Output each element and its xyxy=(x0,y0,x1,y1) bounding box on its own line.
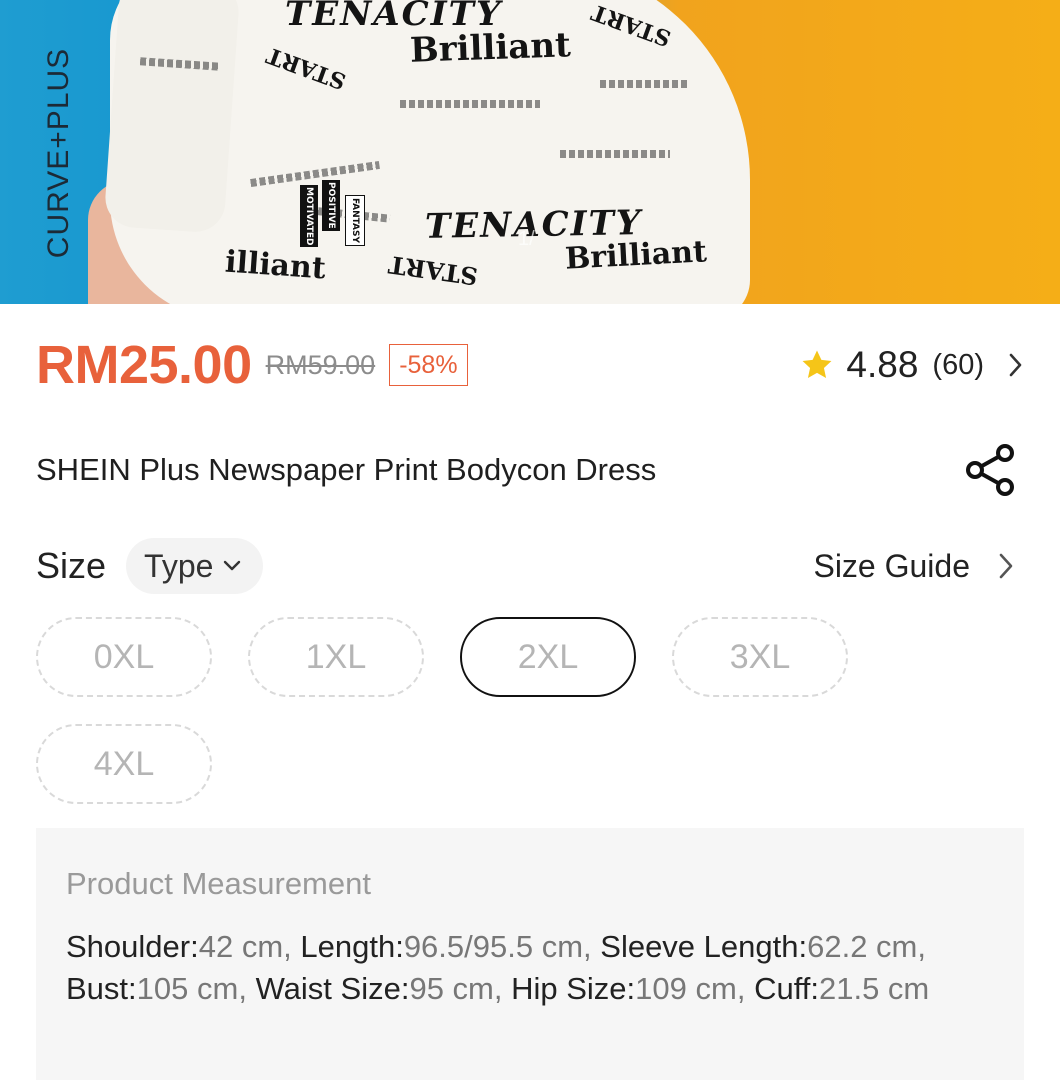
measure-value: 21.5 cm xyxy=(818,971,930,1006)
measure-value: 109 cm xyxy=(635,971,737,1006)
brand-label-text: CURVE+PLUS xyxy=(42,47,75,259)
product-image-carousel[interactable]: Brilliant Brilliant illiant TENACITY TEN… xyxy=(0,0,1060,304)
price-row: RM25.00 RM59.00 -58% 4.88 (60) xyxy=(36,334,1024,396)
review-count: (60) xyxy=(932,348,984,381)
size-guide-link[interactable]: Size Guide xyxy=(813,548,1024,585)
chevron-right-icon xyxy=(999,553,1013,579)
print-box: POSITIVE xyxy=(322,180,340,231)
product-measurement-panel: Product Measurement Shoulder:42 cm, Leng… xyxy=(36,828,1024,1080)
measure-value: 105 cm xyxy=(136,971,239,1006)
measure-key: Hip Size: xyxy=(511,971,636,1006)
print-text-line xyxy=(400,100,540,108)
original-price: RM59.00 xyxy=(265,349,376,380)
measurement-text: Shoulder:42 cm, Length:96.5/95.5 cm, Sle… xyxy=(66,929,930,1006)
measurement-title: Product Measurement xyxy=(66,866,371,901)
measure-key: Waist Size: xyxy=(255,971,410,1006)
current-price: RM25.00 xyxy=(36,335,252,395)
measure-key: Cuff: xyxy=(754,971,819,1006)
print-box: FANTASY xyxy=(345,195,365,247)
product-detail-page: Brilliant Brilliant illiant TENACITY TEN… xyxy=(0,0,1060,1080)
print-box: MOTIVATED xyxy=(300,185,318,248)
measure-value: 96.5/95.5 cm xyxy=(403,929,584,964)
size-label: Size xyxy=(36,545,107,586)
size-option-3xl[interactable]: 3XL xyxy=(672,617,848,697)
chevron-right-icon xyxy=(1009,353,1022,377)
measure-value: 42 cm xyxy=(198,929,284,964)
print-text-line xyxy=(600,80,690,88)
measure-key: Sleeve Length: xyxy=(600,929,808,964)
print-word: illiant xyxy=(223,244,327,287)
size-guide-label: Size Guide xyxy=(813,547,970,584)
type-selector-label: Type xyxy=(144,547,214,584)
image-pager: 1/ xyxy=(518,228,535,250)
measure-value: 62.2 cm xyxy=(807,929,918,964)
size-option-1xl[interactable]: 1XL xyxy=(248,617,424,697)
measure-key: Bust: xyxy=(66,971,137,1006)
size-header: Size Type Size Guide xyxy=(36,537,1024,595)
rating-summary[interactable]: 4.88 (60) xyxy=(800,344,1024,386)
size-option-4xl[interactable]: 4XL xyxy=(36,724,212,804)
chevron-down-icon xyxy=(224,560,241,571)
dress-sleeve xyxy=(103,0,241,234)
type-selector[interactable]: Type xyxy=(126,538,264,594)
print-word: TENACITY xyxy=(285,0,503,34)
measure-value: 95 cm xyxy=(409,971,494,1006)
size-option-2xl[interactable]: 2XL xyxy=(460,617,636,697)
measure-key: Shoulder: xyxy=(66,929,199,964)
discount-badge: -58% xyxy=(389,344,468,386)
print-text-line xyxy=(560,150,670,158)
product-title: SHEIN Plus Newspaper Print Bodycon Dress xyxy=(36,452,657,487)
brand-label: CURVE+PLUS xyxy=(38,28,80,278)
star-icon xyxy=(802,350,832,379)
size-option-0xl[interactable]: 0XL xyxy=(36,617,212,697)
title-row: SHEIN Plus Newspaper Print Bodycon Dress xyxy=(36,440,1024,500)
measure-key: Length: xyxy=(300,929,404,964)
rating-value: 4.88 xyxy=(846,344,919,385)
share-icon[interactable] xyxy=(960,440,1020,500)
